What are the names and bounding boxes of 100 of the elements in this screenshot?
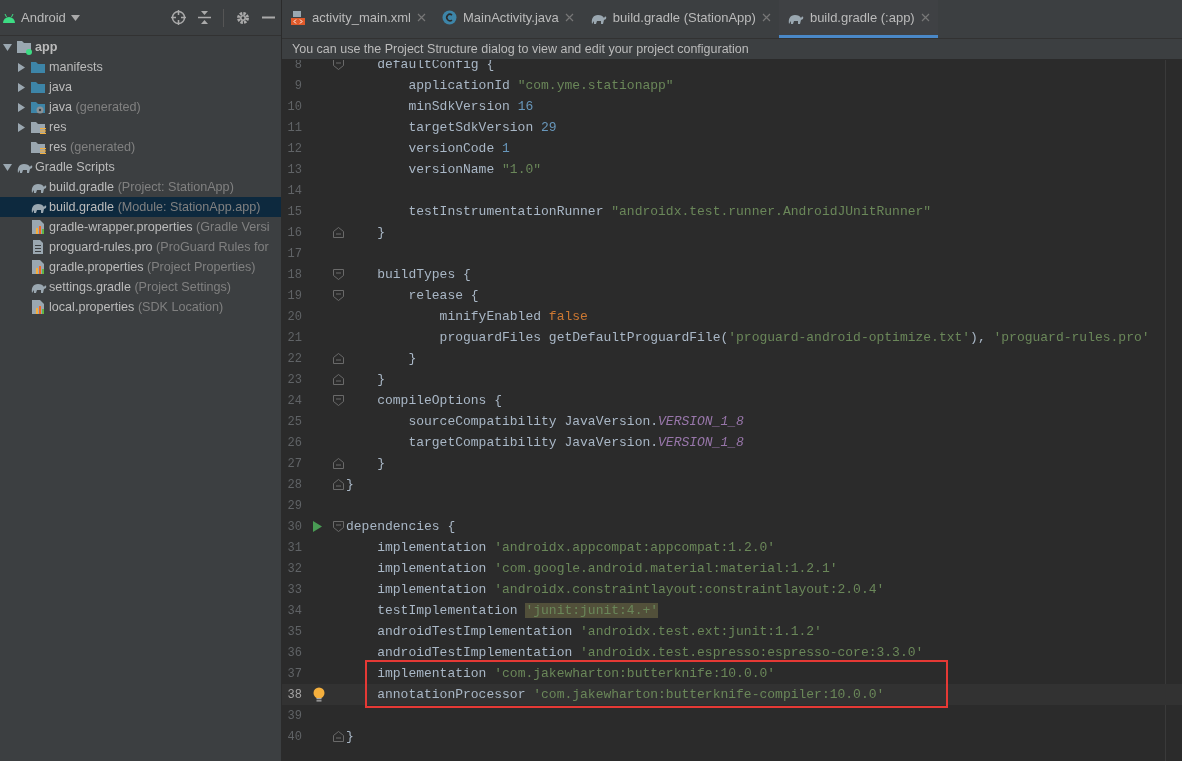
fold-marker-icon[interactable] xyxy=(332,374,344,385)
tree-item[interactable]: Gradle Scripts xyxy=(0,157,281,177)
collapsed-arrow-icon[interactable] xyxy=(17,102,26,112)
line-number: 29 xyxy=(286,498,302,513)
elephant-icon xyxy=(29,201,47,213)
lightbulb-icon[interactable] xyxy=(313,687,325,702)
close-icon[interactable] xyxy=(920,13,930,22)
string-literal: 'proguard-rules.pro' xyxy=(993,330,1150,345)
string-literal: 'proguard-android-optimize.txt' xyxy=(728,330,971,345)
editor-tab[interactable]: activity_main.xml xyxy=(282,0,434,38)
code-text: implementation xyxy=(377,582,488,597)
code-text: buildTypes { xyxy=(377,267,471,282)
code-text: } xyxy=(408,351,417,366)
tree-item[interactable]: settings.gradle (Project Settings) xyxy=(0,277,281,297)
fold-marker-icon[interactable] xyxy=(332,290,344,301)
locate-icon[interactable] xyxy=(171,10,186,25)
folder-icon xyxy=(30,119,46,135)
editor-tab[interactable]: MainActivity.java xyxy=(433,0,582,38)
close-icon[interactable] xyxy=(416,13,426,22)
code-text: } xyxy=(346,477,354,492)
tree-item[interactable]: manifests xyxy=(0,57,281,77)
line-number: 27 xyxy=(286,456,302,471)
view-selector[interactable]: Android xyxy=(21,10,66,25)
fold-marker-icon[interactable] xyxy=(332,521,344,532)
fold-marker-icon[interactable] xyxy=(332,353,344,364)
dropdown-caret-icon[interactable] xyxy=(70,14,80,21)
tree-item[interactable]: local.properties (SDK Location) xyxy=(0,297,281,317)
minimize-icon[interactable] xyxy=(262,16,275,19)
line-number: 23 xyxy=(286,372,302,387)
tree-item[interactable]: gradle-wrapper.properties (Gradle Versi xyxy=(0,217,281,237)
line-number: 31 xyxy=(286,540,302,555)
code-text: implementation xyxy=(377,540,488,555)
code-text: versionCode xyxy=(408,141,496,156)
string-literal: 'androidx.test.espresso:espresso-core:3.3.0' xyxy=(580,645,924,660)
line-number: 40 xyxy=(286,729,302,744)
line-number: 38 xyxy=(286,687,302,702)
code-text: testInstrumentationRunner xyxy=(408,204,605,219)
tree-item[interactable]: proguard-rules.pro (ProGuard Rules for xyxy=(0,237,281,257)
tree-item[interactable]: java (generated) xyxy=(0,97,281,117)
tree-item[interactable]: build.gradle (Module: StationApp.app) xyxy=(0,197,281,217)
editor-tab[interactable]: build.gradle (StationApp) xyxy=(581,0,779,38)
line-number: 18 xyxy=(286,267,302,282)
number-literal: 29 xyxy=(541,120,557,135)
code-text: minSdkVersion xyxy=(408,99,511,114)
close-icon[interactable] xyxy=(761,13,771,22)
fold-marker-icon[interactable] xyxy=(332,479,344,490)
string-literal: 'androidx.appcompat:appcompat:1.2.0' xyxy=(494,540,776,555)
keyword-text: false xyxy=(548,309,588,324)
tree-item[interactable]: res (generated) xyxy=(0,137,281,157)
line-number: 21 xyxy=(286,330,302,345)
string-literal: "com.yme.stationapp" xyxy=(517,78,674,93)
line-number: 8 xyxy=(293,60,302,72)
tree-item[interactable]: gradle.properties (Project Properties) xyxy=(0,257,281,277)
code-text: } xyxy=(377,372,385,387)
collapse-all-icon[interactable] xyxy=(198,10,211,25)
elephant-icon xyxy=(29,181,47,193)
tree-item[interactable]: build.gradle (Project: StationApp) xyxy=(0,177,281,197)
code-text: annotationProcessor xyxy=(377,687,527,702)
folder-gear-icon xyxy=(30,99,46,115)
code-text: implementation xyxy=(377,561,488,576)
code-text: compileOptions { xyxy=(377,393,503,408)
line-number: 25 xyxy=(286,414,302,429)
collapsed-arrow-icon[interactable] xyxy=(17,62,26,72)
tree-item[interactable]: app xyxy=(0,37,281,57)
code-text: sourceCompatibility JavaVersion. xyxy=(408,414,659,429)
code-text: ), xyxy=(970,330,987,345)
line-number: 9 xyxy=(293,78,302,93)
fold-marker-icon[interactable] xyxy=(332,269,344,280)
fold-marker-icon[interactable] xyxy=(332,731,344,742)
code-text: testImplementation xyxy=(377,603,519,618)
xml-file-icon xyxy=(290,9,306,26)
run-icon[interactable] xyxy=(313,521,322,532)
tree-item[interactable]: java xyxy=(0,77,281,97)
fold-marker-icon[interactable] xyxy=(332,227,344,238)
text-file-icon xyxy=(32,239,44,255)
string-literal: "1.0" xyxy=(502,162,542,177)
line-number: 22 xyxy=(286,351,302,366)
settings-icon[interactable] xyxy=(236,10,250,25)
elephant-icon xyxy=(15,161,33,173)
fold-marker-icon[interactable] xyxy=(332,458,344,469)
line-number: 39 xyxy=(286,708,302,723)
line-number: 35 xyxy=(286,624,302,639)
line-number: 26 xyxy=(286,435,302,450)
code-text: implementation xyxy=(377,666,488,681)
expanded-arrow-icon[interactable] xyxy=(3,42,12,52)
code-text: androidTestImplementation xyxy=(377,645,574,660)
close-icon[interactable] xyxy=(564,13,574,22)
line-number: 36 xyxy=(286,645,302,660)
fold-marker-icon[interactable] xyxy=(332,60,344,70)
code-text: targetSdkVersion xyxy=(408,120,535,135)
collapsed-arrow-icon[interactable] xyxy=(17,122,26,132)
fold-marker-icon[interactable] xyxy=(332,395,344,406)
properties-file-icon xyxy=(31,259,45,275)
collapsed-arrow-icon[interactable] xyxy=(17,82,26,92)
android-icon xyxy=(2,12,16,23)
line-number: 14 xyxy=(286,183,302,198)
line-number: 17 xyxy=(286,246,302,261)
expanded-arrow-icon[interactable] xyxy=(3,162,12,172)
code-text: } xyxy=(377,456,385,471)
tree-item[interactable]: res xyxy=(0,117,281,137)
